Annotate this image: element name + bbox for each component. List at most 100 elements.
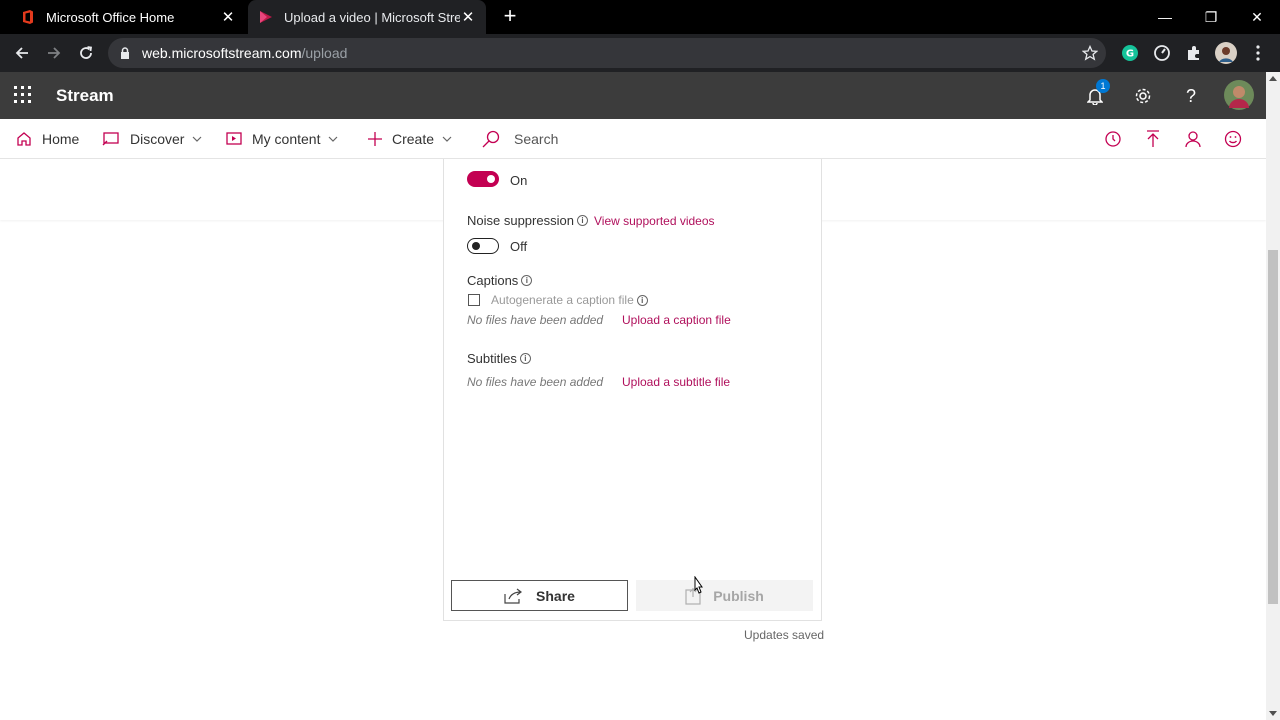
app-launcher-icon[interactable] <box>14 86 32 104</box>
back-arrow-icon <box>15 47 28 59</box>
publish-button[interactable]: Publish <box>636 580 813 611</box>
noise-suppression-label: Noise suppression i <box>467 213 588 228</box>
info-icon[interactable]: i <box>519 353 531 364</box>
chevron-down-icon <box>329 136 338 142</box>
nav-create[interactable]: Create <box>368 119 452 159</box>
speed-extension-icon[interactable] <box>1151 42 1173 64</box>
nav-create-label: Create <box>392 131 435 147</box>
svg-text:G: G <box>1126 49 1134 60</box>
tab-office-home[interactable]: Microsoft Office Home ✕ <box>10 0 246 34</box>
new-tab-button[interactable]: + <box>498 5 522 29</box>
scroll-up-arrow-icon[interactable] <box>1269 76 1277 81</box>
home-icon <box>17 132 31 146</box>
browser-tab-bar: Microsoft Office Home ✕ Upload a video |… <box>0 0 1280 34</box>
app-name[interactable]: Stream <box>56 86 114 106</box>
stream-icon <box>260 11 272 23</box>
browser-address-bar: web.microsoftstream.com/upload G <box>0 34 1280 72</box>
nav-my-content[interactable]: My content <box>226 119 338 159</box>
close-window-button[interactable]: ✕ <box>1234 0 1280 34</box>
notifications-button[interactable]: 1 <box>1082 79 1110 109</box>
recent-button[interactable] <box>1101 127 1125 151</box>
person-icon <box>1185 131 1201 148</box>
info-icon[interactable]: i <box>576 215 588 226</box>
search-box[interactable]: Search <box>482 119 722 159</box>
profile-avatar[interactable] <box>1215 42 1237 64</box>
captions-empty-text: No files have been added <box>467 313 604 327</box>
captions-label: Captions i <box>467 273 533 288</box>
discover-icon <box>102 132 119 146</box>
share-icon <box>504 588 523 604</box>
reload-icon <box>80 46 93 59</box>
nav-home[interactable]: Home <box>16 119 79 159</box>
top-toggle-state: On <box>510 173 528 188</box>
info-icon[interactable]: i <box>636 294 648 306</box>
extensions-puzzle-icon[interactable] <box>1183 42 1205 64</box>
search-placeholder: Search <box>514 131 559 147</box>
nav-discover-label: Discover <box>130 131 185 147</box>
people-button[interactable] <box>1181 127 1205 151</box>
noise-suppression-text: Noise suppression <box>467 213 574 228</box>
view-supported-videos-link[interactable]: View supported videos <box>594 214 715 228</box>
chevron-down-icon <box>442 136 452 142</box>
subtitles-text: Subtitles <box>467 351 517 366</box>
upload-caption-link[interactable]: Upload a caption file <box>622 313 731 327</box>
autogenerate-caption-text: Autogenerate a caption file <box>491 293 634 307</box>
stream-header: Stream 1 ? <box>0 72 1266 119</box>
minimize-button[interactable]: — <box>1142 0 1188 34</box>
restore-button[interactable]: ❐ <box>1188 0 1234 34</box>
grammarly-extension-icon[interactable]: G <box>1119 42 1141 64</box>
help-button[interactable]: ? <box>1178 83 1204 109</box>
nav-home-label: Home <box>42 131 80 147</box>
tab-upload-video[interactable]: Upload a video | Microsoft Stream ✕ <box>248 0 486 34</box>
subtitles-label: Subtitles i <box>467 351 531 366</box>
tab-title: Microsoft Office Home <box>46 9 175 25</box>
smiley-icon <box>1224 130 1242 148</box>
tab-title: Upload a video | Microsoft Stream <box>284 9 460 25</box>
autogenerate-caption-label: Autogenerate a caption file i <box>491 293 648 307</box>
share-label: Share <box>536 587 575 604</box>
upload-options-panel: On Noise suppression i View supported vi… <box>443 159 822 621</box>
my-content-icon <box>226 132 242 145</box>
gear-icon <box>1135 88 1151 104</box>
url-field[interactable]: web.microsoftstream.com/upload <box>108 38 1106 68</box>
bookmark-star-icon[interactable] <box>1082 45 1098 61</box>
lock-icon <box>121 47 129 59</box>
upload-button[interactable] <box>1141 127 1165 151</box>
question-mark-icon: ? <box>1185 85 1196 106</box>
info-icon[interactable]: i <box>521 275 533 286</box>
chevron-down-icon <box>193 136 202 142</box>
share-button[interactable]: Share <box>451 580 628 611</box>
close-tab-icon[interactable]: ✕ <box>460 8 476 26</box>
back-button[interactable] <box>8 39 36 67</box>
forward-arrow-icon <box>48 47 61 59</box>
save-status: Updates saved <box>744 628 825 642</box>
feedback-button[interactable] <box>1221 127 1245 151</box>
upload-subtitle-link[interactable]: Upload a subtitle file <box>622 375 730 389</box>
publish-label: Publish <box>713 587 764 604</box>
forward-button[interactable] <box>40 39 68 67</box>
scrollbar-thumb[interactable] <box>1268 250 1278 604</box>
captions-text: Captions <box>467 273 519 288</box>
autogenerate-caption-checkbox[interactable] <box>468 294 480 306</box>
nav-my-content-label: My content <box>252 131 321 147</box>
reload-button[interactable] <box>72 39 100 67</box>
page-scrollbar[interactable] <box>1266 72 1280 720</box>
upload-icon <box>1147 130 1159 147</box>
mouse-pointer-icon <box>694 576 703 594</box>
subtitles-empty-text: No files have been added <box>467 375 604 389</box>
url-path: /upload <box>301 45 348 61</box>
user-avatar[interactable] <box>1224 80 1254 110</box>
url-host: web.microsoftstream.com <box>142 45 302 61</box>
search-icon <box>482 130 500 148</box>
stream-navigation: Home Discover My content Create Search <box>0 119 1266 159</box>
scroll-down-arrow-icon[interactable] <box>1269 711 1277 716</box>
plus-icon <box>368 132 382 146</box>
noise-toggle-state: Off <box>510 239 528 254</box>
settings-button[interactable] <box>1130 83 1156 109</box>
close-tab-icon[interactable]: ✕ <box>220 8 236 26</box>
browser-menu-icon[interactable] <box>1247 42 1269 64</box>
noise-suppression-toggle[interactable] <box>467 238 499 254</box>
nav-discover[interactable]: Discover <box>102 119 202 159</box>
top-setting-toggle[interactable] <box>467 171 499 187</box>
notification-badge: 1 <box>1096 79 1110 93</box>
